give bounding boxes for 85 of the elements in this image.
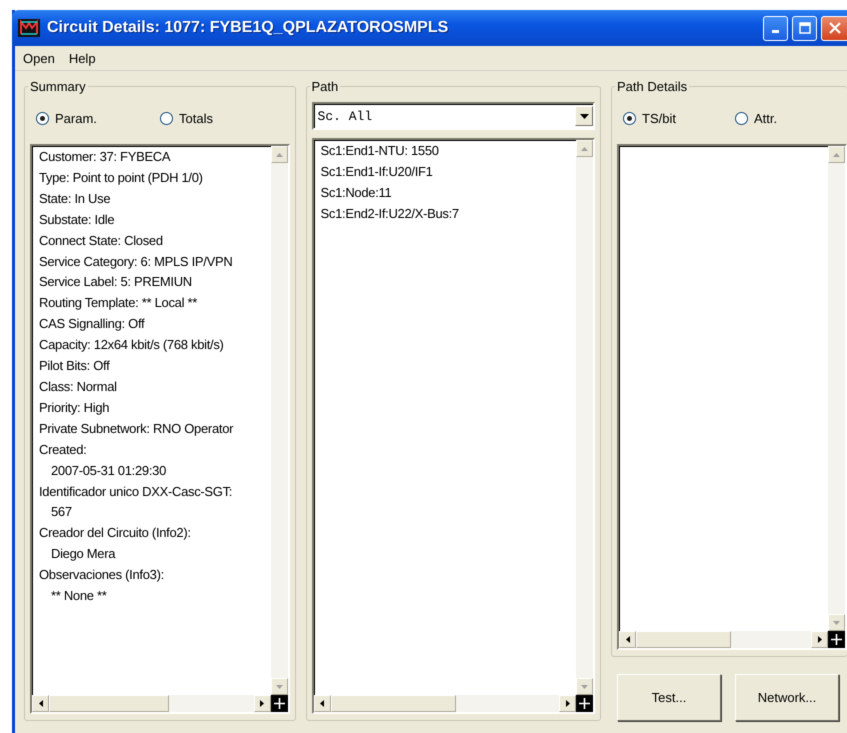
vertical-scrollbar[interactable] [828,146,845,631]
scroll-left-button[interactable] [314,695,331,712]
plus-icon [274,698,285,709]
path-item[interactable]: Sc1:Node:11 [320,182,574,204]
scroll-up-button[interactable] [576,140,593,157]
scroll-left-button[interactable] [619,631,636,648]
radio-button[interactable] [623,112,636,124]
summary-line: Capacity: 12x64 kbit/s (768 kbit/s) [39,336,225,354]
summary-line: Identificador unico DXX-Casc-SGT: [39,482,234,500]
scroll-up-button[interactable] [828,146,845,163]
summary-value: 567 [50,503,73,522]
scroll-thumb[interactable] [330,695,456,712]
summary-line: Service Category: 6: MPLS IP/VPN [39,252,234,271]
plus-icon [579,698,590,709]
summary-line: Customer: 37: FYBECA [39,148,172,166]
menu-item[interactable]: Open [23,50,55,66]
left-arrow-icon [626,636,630,643]
right-arrow-icon [566,700,570,707]
summary-line: Routing Template: ** Local ** [39,294,198,312]
summary-line: Pilot Bits: Off [39,357,111,376]
up-arrow-icon [276,152,283,156]
path-item[interactable]: Sc1:End1-If:U20/IF1 [320,162,574,183]
scroll-thumb[interactable] [49,695,169,712]
group-title: Path [310,79,340,94]
down-arrow-icon [833,620,840,624]
group-title: Summary [29,79,87,94]
path-item[interactable]: Sc1:End1-NTU: 1550 [320,141,574,162]
summary-value: Diego Mera [50,545,116,564]
maximize-button[interactable] [792,16,817,40]
summary-value: 2007-05-31 01:29:30 [50,462,168,480]
close-button[interactable] [821,16,847,40]
dropdown-button[interactable] [575,106,593,126]
window-title: Circuit Details: 1077: FYBE1Q_QPLAZATOROSMPLS [47,19,450,37]
summary-line: Service Label: 5: PREMIUN [39,273,193,292]
vertical-scrollbar[interactable] [576,140,593,695]
radio-button[interactable] [160,112,173,124]
action-button[interactable]: Network... [735,674,839,721]
down-arrow-icon [276,684,283,688]
action-button[interactable]: Test... [617,674,721,721]
horizontal-scrollbar[interactable] [314,695,576,712]
scroll-left-button[interactable] [32,695,49,712]
summary-line: Created: [39,440,88,459]
summary-line: CAS Signalling: Off [39,315,146,334]
summary-line: Priority: High [39,398,110,417]
summary-line: Observaciones (Info3): [39,566,165,584]
scroll-thumb[interactable] [636,631,731,648]
left-arrow-icon [38,700,42,707]
summary-value: ** None ** [50,587,108,606]
group-title: Path Details [616,79,688,94]
summary-line: Creador del Circuito (Info2): [39,524,192,542]
maximize-icon [798,22,810,34]
horizontal-scrollbar[interactable] [32,695,271,712]
left-arrow-icon [320,700,324,707]
radio-button[interactable] [735,112,748,124]
radio-option[interactable]: Totals [160,110,284,126]
scroll-right-button[interactable] [254,695,271,712]
radio-option[interactable]: TS/bit [623,110,735,126]
plus-icon [831,634,842,645]
menu-item[interactable]: Help [68,50,96,66]
summary-line: Class: Normal [39,378,118,396]
up-arrow-icon [581,146,588,150]
summary-line: Private Subnetwork: RNO Operator [39,420,234,438]
down-arrow-icon [580,114,588,118]
right-arrow-icon [818,636,822,643]
radio-option[interactable]: Param. [36,110,160,126]
summary-line: Type: Point to point (PDH 1/0) [39,168,204,187]
path-item[interactable]: Sc1:End2-If:U22/X-Bus:7 [320,204,574,225]
right-arrow-icon [260,700,264,707]
summary-line: Substate: Idle [39,210,116,229]
path-dropdown[interactable]: Sc. All [312,102,595,130]
radio-option[interactable]: Attr. [735,110,847,126]
scroll-right-button[interactable] [559,695,576,712]
radio-button[interactable] [36,112,49,124]
down-arrow-icon [581,684,588,688]
close-icon [828,22,840,34]
summary-line: State: In Use [39,190,112,208]
summary-line: Connect State: Closed [39,232,164,250]
horizontal-scrollbar[interactable] [619,631,828,648]
vertical-scrollbar[interactable] [270,146,288,695]
app-icon [18,19,40,37]
minimize-button[interactable] [763,16,788,40]
up-arrow-icon [833,152,840,156]
scroll-right-button[interactable] [811,631,828,648]
scroll-up-button[interactable] [270,146,288,163]
minimize-icon [772,30,779,33]
